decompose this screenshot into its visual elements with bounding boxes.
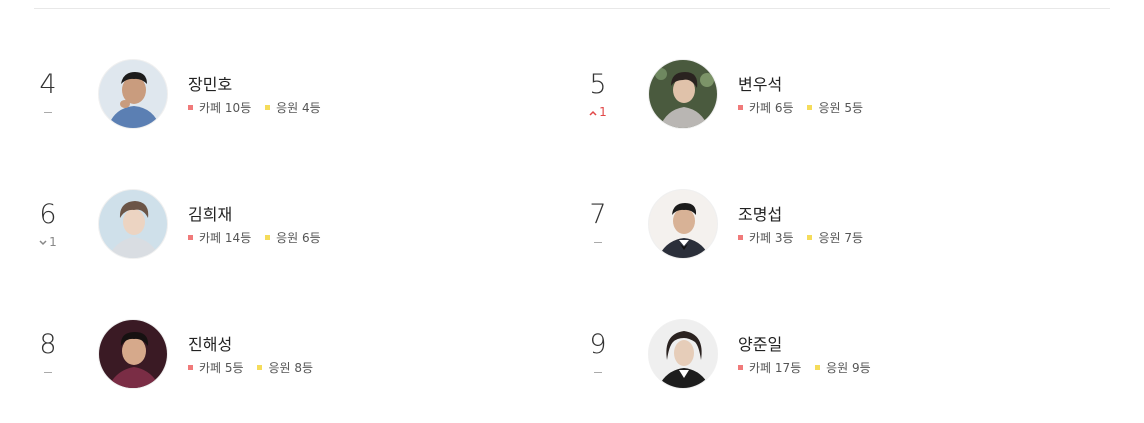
cheer-dot-icon — [265, 235, 271, 240]
cheer-label: 응원 — [818, 101, 841, 115]
avatar[interactable] — [648, 319, 718, 389]
rank-number: 5 — [589, 69, 607, 100]
cafe-rank: 5등 — [224, 361, 244, 375]
ranking-item[interactable]: 7 조명섭 카페 3등 응원 7등 — [584, 189, 1084, 269]
cafe-dot-icon — [738, 105, 743, 110]
ranking-item[interactable]: 9 양준일 카페 17등 응원 9등 — [584, 319, 1084, 399]
cheer-label: 응원 — [818, 231, 841, 245]
rank-change-same — [584, 235, 612, 249]
person-name[interactable]: 장민호 — [188, 71, 232, 95]
cafe-label: 카페 — [199, 361, 222, 375]
cafe-rank: 14등 — [224, 231, 252, 245]
cafe-rank: 10등 — [224, 101, 252, 115]
avatar[interactable] — [98, 319, 168, 389]
cafe-rank: 3등 — [774, 231, 794, 245]
cafe-label: 카페 — [749, 361, 772, 375]
ranking-item[interactable]: 4 장민호 카페 10등 응원 4등 — [34, 59, 534, 139]
rank-change-same — [584, 365, 612, 379]
rank-change-value: 1 — [49, 235, 57, 249]
chevron-up-icon — [589, 110, 597, 116]
ranking-item[interactable]: 6 1 김희재 카페 14등 응원 6등 — [34, 189, 534, 269]
rank-number: 4 — [39, 69, 57, 100]
cheer-rank: 8등 — [294, 361, 314, 375]
cheer-dot-icon — [807, 235, 813, 240]
dash-icon — [44, 372, 52, 373]
cafe-dot-icon — [738, 365, 743, 370]
cafe-dot-icon — [188, 105, 193, 110]
cafe-dot-icon — [188, 235, 193, 240]
cheer-dot-icon — [257, 365, 263, 370]
cafe-label: 카페 — [199, 231, 222, 245]
rank-number: 6 — [39, 199, 57, 230]
rank-change-same — [34, 105, 62, 119]
cafe-label: 카페 — [199, 101, 222, 115]
person-name[interactable]: 김희재 — [188, 201, 232, 225]
ranking-list: 4 장민호 카페 10등 응원 4등 5 1 변우석 카페 6등 응원 5등 6… — [0, 0, 1144, 423]
cheer-rank: 6등 — [301, 231, 321, 245]
rank-change-up: 1 — [584, 105, 612, 119]
rank-change-down: 1 — [34, 235, 62, 249]
avatar[interactable] — [648, 59, 718, 129]
cafe-dot-icon — [738, 235, 743, 240]
cheer-rank: 4등 — [301, 101, 321, 115]
cheer-rank: 9등 — [851, 361, 871, 375]
avatar[interactable] — [98, 189, 168, 259]
cheer-dot-icon — [265, 105, 271, 110]
cheer-label: 응원 — [276, 231, 299, 245]
cafe-rank: 17등 — [774, 361, 802, 375]
cheer-label: 응원 — [268, 361, 291, 375]
rank-meta: 카페 6등 응원 5등 — [738, 99, 863, 116]
rank-number: 8 — [39, 329, 57, 360]
rank-number: 9 — [589, 329, 607, 360]
avatar[interactable] — [98, 59, 168, 129]
chevron-down-icon — [39, 239, 47, 245]
cafe-label: 카페 — [749, 101, 772, 115]
ranking-item[interactable]: 8 진해성 카페 5등 응원 8등 — [34, 319, 534, 399]
rank-number: 7 — [589, 199, 607, 230]
cafe-dot-icon — [188, 365, 193, 370]
rank-meta: 카페 3등 응원 7등 — [738, 229, 863, 246]
cheer-dot-icon — [807, 105, 813, 110]
cheer-label: 응원 — [826, 361, 849, 375]
cafe-rank: 6등 — [774, 101, 794, 115]
rank-change-same — [34, 365, 62, 379]
person-name[interactable]: 변우석 — [738, 71, 782, 95]
cheer-rank: 5등 — [844, 101, 864, 115]
ranking-item[interactable]: 5 1 변우석 카페 6등 응원 5등 — [584, 59, 1084, 139]
cheer-rank: 7등 — [844, 231, 864, 245]
person-name[interactable]: 진해성 — [188, 331, 232, 355]
rank-change-value: 1 — [599, 105, 607, 119]
person-name[interactable]: 조명섭 — [738, 201, 782, 225]
rank-meta: 카페 14등 응원 6등 — [188, 229, 321, 246]
dash-icon — [44, 112, 52, 113]
cheer-label: 응원 — [276, 101, 299, 115]
cheer-dot-icon — [815, 365, 821, 370]
rank-meta: 카페 17등 응원 9등 — [738, 359, 871, 376]
dash-icon — [594, 372, 602, 373]
dash-icon — [594, 242, 602, 243]
avatar[interactable] — [648, 189, 718, 259]
person-name[interactable]: 양준일 — [738, 331, 782, 355]
cafe-label: 카페 — [749, 231, 772, 245]
rank-meta: 카페 5등 응원 8등 — [188, 359, 313, 376]
rank-meta: 카페 10등 응원 4등 — [188, 99, 321, 116]
